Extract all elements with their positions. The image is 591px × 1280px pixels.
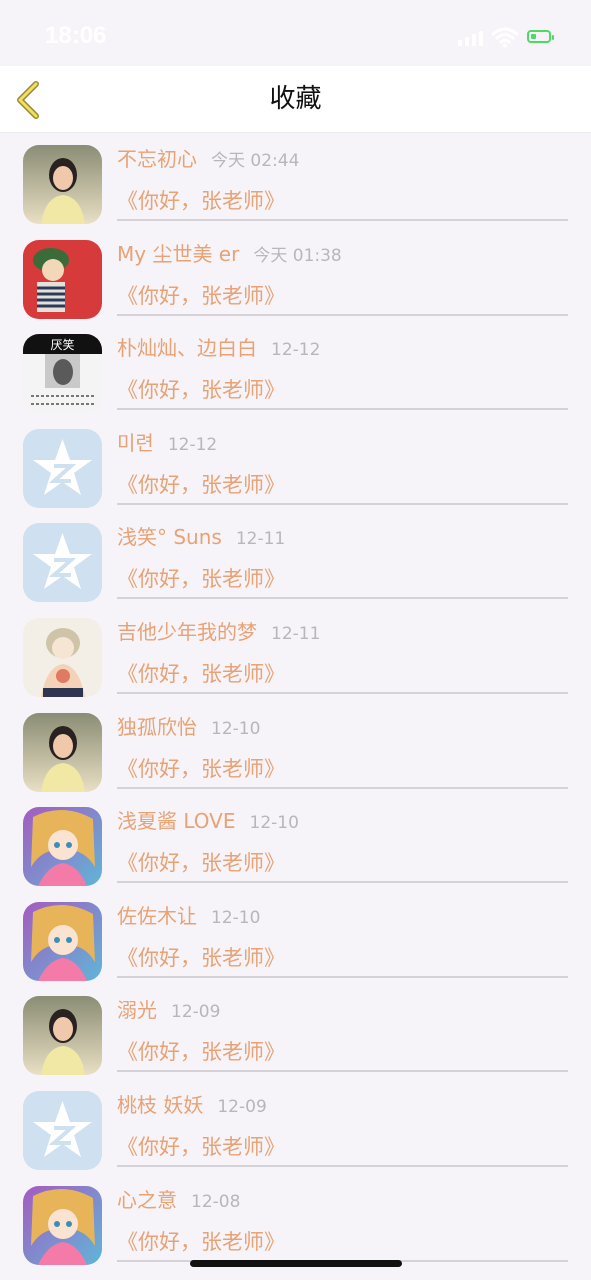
item-timestamp: 今天 02:44: [211, 151, 300, 171]
item-name-line: 桃枝 妖妖 12-09: [117, 1089, 267, 1118]
item-name-line: 浅夏酱 LOVE 12-10: [117, 805, 299, 834]
item-name-line: 朴灿灿、边白白 12-12: [117, 332, 320, 361]
chevron-left-icon: [17, 81, 39, 119]
avatar[interactable]: [23, 428, 102, 508]
item-timestamp: 12-10: [211, 907, 261, 928]
item-name-line: 心之意 12-08: [117, 1184, 240, 1213]
item-name-line: 吉他少年我的梦 12-11: [117, 616, 320, 645]
divider: [117, 502, 568, 505]
svg-text:厌笑: 厌笑: [50, 337, 74, 352]
divider: [117, 691, 568, 694]
item-name: 吉他少年我的梦: [117, 619, 257, 644]
avatar[interactable]: [23, 239, 102, 319]
avatar[interactable]: [23, 807, 102, 887]
item-name-line: 浅笑° Suns 12-11: [117, 521, 285, 550]
item-message: 《你好，张老师》: [117, 472, 285, 497]
item-timestamp: 12-11: [235, 529, 286, 550]
list-item[interactable]: 桃枝 妖妖 12-09 《你好，张老师》: [0, 1079, 591, 1174]
list-item[interactable]: 미련 12-12 《你好，张老师》: [0, 417, 591, 512]
item-message: 《你好，张老师》: [117, 945, 285, 970]
list-item[interactable]: 浅夏酱 LOVE 12-10 《你好，张老师》: [0, 795, 591, 890]
avatar[interactable]: [23, 523, 102, 603]
item-message: 《你好，张老师》: [117, 283, 285, 308]
item-name: 浅笑° Suns: [117, 525, 222, 550]
avatar[interactable]: [23, 1185, 102, 1265]
item-name: 独孤欣怡: [117, 714, 197, 739]
item-message: 《你好，张老师》: [117, 567, 285, 592]
item-message: 《你好，张老师》: [117, 851, 285, 876]
divider: [117, 408, 568, 411]
list-item[interactable]: 心之意 12-08 《你好，张老师》: [0, 1174, 591, 1269]
signal-icon: [458, 30, 486, 46]
home-indicator: [190, 1260, 402, 1267]
avatar[interactable]: [23, 1090, 102, 1170]
list-item[interactable]: 不忘初心 今天 02:44 《你好，张老师》: [0, 133, 591, 228]
item-message: 《你好，张老师》: [117, 378, 285, 403]
item-message: 《你好，张老师》: [117, 661, 285, 686]
item-timestamp: 12-09: [217, 1096, 267, 1117]
item-message: 《你好，张老师》: [117, 1040, 285, 1065]
item-timestamp: 12-08: [191, 1191, 241, 1212]
item-name: 桃枝 妖妖: [117, 1092, 204, 1117]
nav-bar: 收藏: [0, 66, 591, 133]
item-name: My 尘世美 er: [117, 241, 240, 266]
divider: [117, 1164, 568, 1167]
page-title: 收藏: [269, 84, 322, 114]
item-name-line: 미련 12-12: [117, 427, 217, 456]
item-name: 溺光: [117, 998, 157, 1023]
divider: [117, 219, 568, 221]
battery-icon: [527, 30, 554, 43]
item-message: 《你好，张老师》: [117, 1229, 285, 1254]
item-message: 《你好，张老师》: [117, 1134, 285, 1159]
item-name: 朴灿灿、边白白: [117, 336, 257, 361]
item-name: 佐佐木让: [117, 903, 197, 928]
item-timestamp: 今天 01:38: [253, 245, 342, 266]
list-item[interactable]: 浅笑° Suns 12-11 《你好，张老师》: [0, 511, 591, 606]
item-name-line: 佐佐木让 12-10: [117, 900, 260, 929]
status-time: 18:06: [45, 22, 107, 49]
status-bar: 18:06: [0, 0, 591, 66]
list-item[interactable]: 吉他少年我的梦 12-11 《你好，张老师》: [0, 606, 591, 701]
item-name-line: 独孤欣怡 12-10: [117, 711, 260, 740]
item-name: 浅夏酱 LOVE: [117, 809, 236, 834]
list-item[interactable]: 厌笑 朴灿灿、边白白 12-12 《你好，张老师》: [0, 322, 591, 417]
item-message: 《你好，张老师》: [117, 189, 285, 213]
avatar[interactable]: [23, 712, 102, 792]
divider: [117, 975, 568, 978]
item-timestamp: 12-11: [271, 623, 321, 644]
list-item[interactable]: 佐佐木让 12-10 《你好，张老师》: [0, 890, 591, 985]
back-button[interactable]: [12, 80, 46, 120]
item-timestamp: 12-09: [171, 1002, 221, 1023]
item-timestamp: 12-10: [249, 813, 299, 834]
divider: [117, 786, 568, 789]
item-message: 《你好，张老师》: [117, 756, 285, 781]
item-name: 心之意: [117, 1187, 177, 1212]
item-name-line: My 尘世美 er 今天 01:38: [117, 238, 342, 267]
list-item[interactable]: My 尘世美 er 今天 01:38 《你好，张老师》: [0, 228, 591, 323]
item-timestamp: 12-12: [271, 340, 321, 361]
list-item[interactable]: 独孤欣怡 12-10 《你好，张老师》: [0, 701, 591, 796]
divider: [117, 597, 568, 600]
item-name: 不忘初心: [117, 147, 197, 171]
item-timestamp: 12-12: [167, 434, 218, 455]
divider: [117, 1070, 568, 1073]
item-name: 미련: [117, 430, 154, 455]
avatar[interactable]: [23, 996, 102, 1076]
list-item[interactable]: 溺光 12-09 《你好，张老师》: [0, 984, 591, 1079]
divider: [117, 313, 568, 316]
avatar[interactable]: [23, 901, 102, 981]
divider: [117, 881, 568, 884]
item-name-line: 溺光 12-09: [117, 994, 220, 1023]
avatar[interactable]: 厌笑: [23, 334, 102, 414]
avatar[interactable]: [23, 617, 102, 697]
favorites-list: 不忘初心 今天 02:44 《你好，张老师》 My 尘世美 er 今天 01:38 《你好…: [0, 133, 591, 1268]
wifi-icon: [492, 27, 518, 48]
item-timestamp: 12-10: [211, 718, 261, 739]
item-name-line: 不忘初心 今天 02:44: [117, 143, 299, 172]
avatar[interactable]: [23, 145, 102, 224]
